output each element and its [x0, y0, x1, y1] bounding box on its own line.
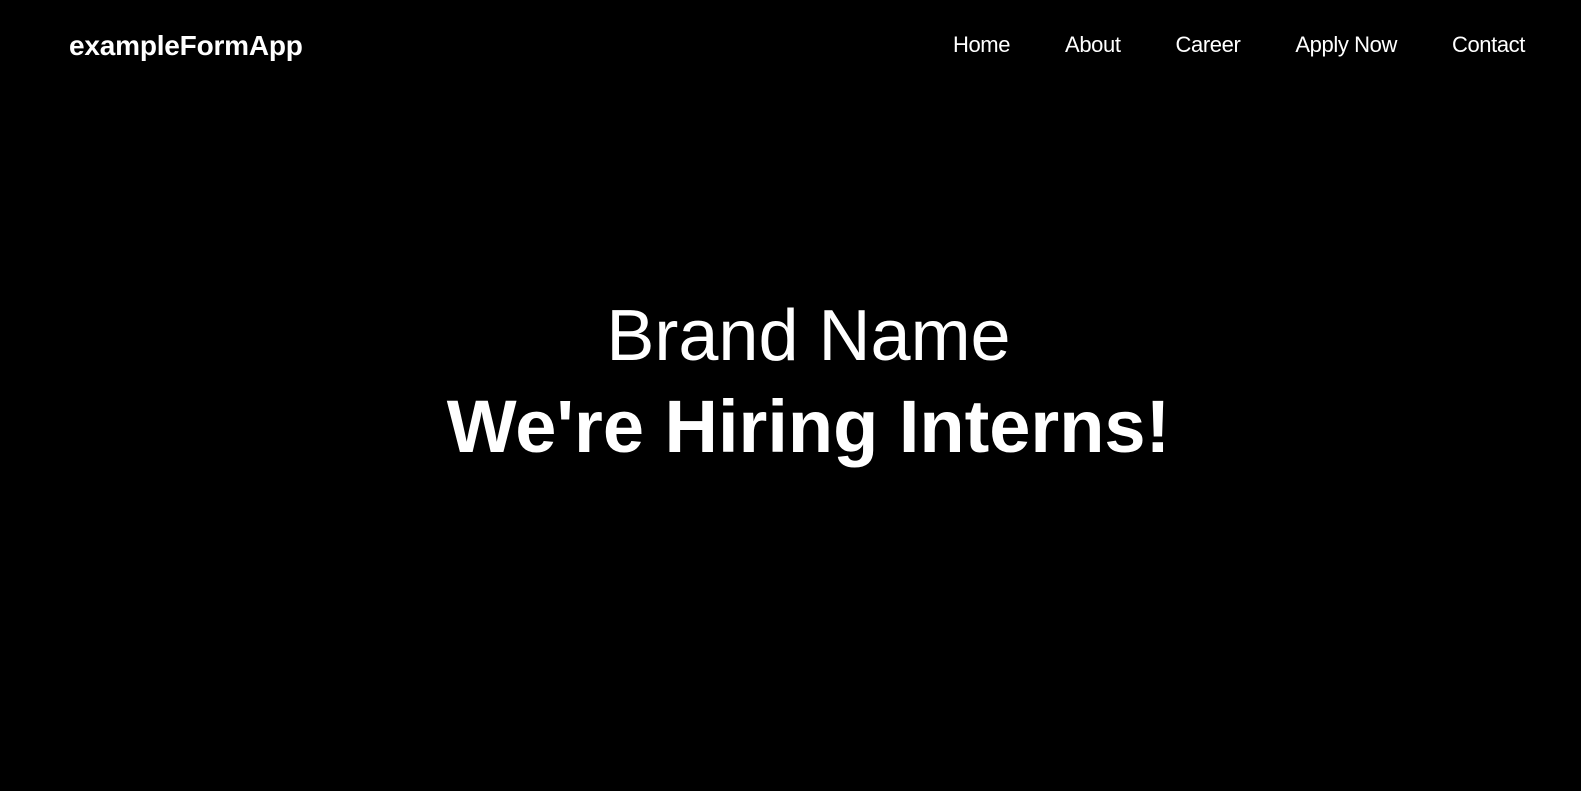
nav-link-career[interactable]: Career — [1176, 32, 1241, 57]
nav-item-contact: Contact — [1452, 31, 1525, 59]
navbar: exampleFormApp Home About Career Apply N… — [0, 0, 1581, 92]
nav-item-home: Home — [953, 31, 1010, 59]
nav-link-about[interactable]: About — [1065, 32, 1121, 57]
hero-brand-name: Brand Name — [606, 296, 1011, 376]
nav-link-home[interactable]: Home — [953, 32, 1010, 57]
hero-section: Brand Name We're Hiring Interns! — [0, 292, 1581, 472]
nav-item-career: Career — [1176, 31, 1241, 59]
nav-menu: Home About Career Apply Now Contact — [953, 31, 1525, 59]
site-logo-link[interactable]: exampleFormApp — [69, 29, 303, 63]
nav-item-about: About — [1065, 31, 1121, 59]
nav-item-apply-now: Apply Now — [1295, 31, 1397, 59]
nav-link-contact[interactable]: Contact — [1452, 32, 1525, 57]
hero-headline: We're Hiring Interns! — [446, 385, 1171, 468]
nav-link-apply-now[interactable]: Apply Now — [1295, 32, 1397, 57]
page: exampleFormApp Home About Career Apply N… — [0, 0, 1581, 791]
